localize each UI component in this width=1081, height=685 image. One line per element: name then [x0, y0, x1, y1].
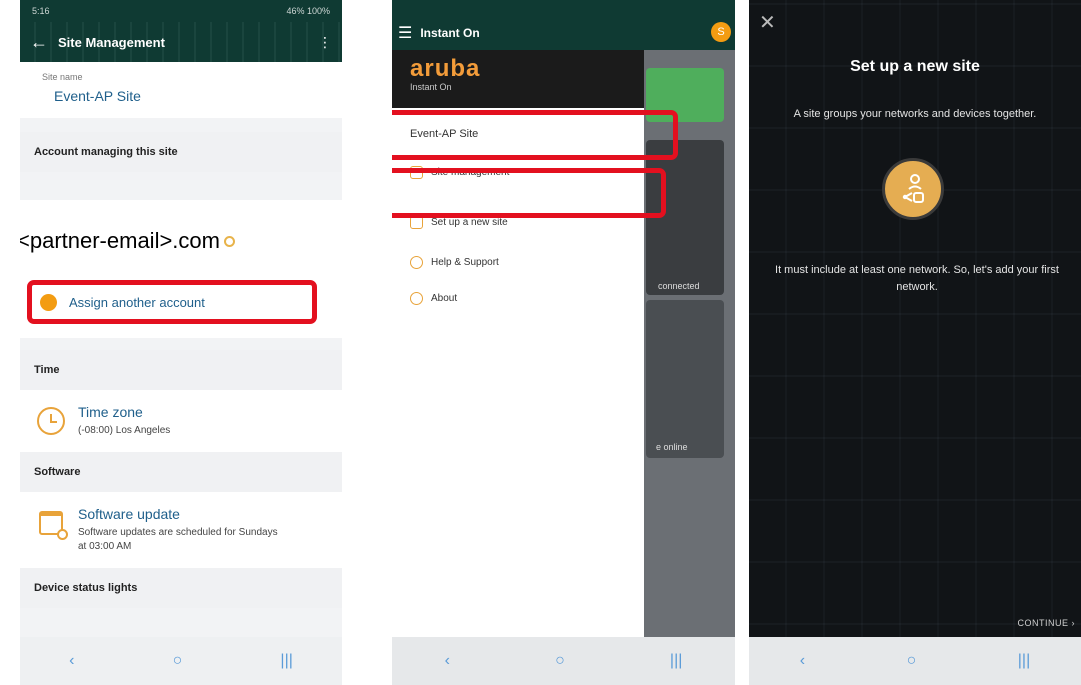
status-bar: 5:16 46% 100% — [20, 0, 342, 22]
nav-recents-button[interactable]: ||| — [1018, 652, 1030, 670]
app-bar: ← Site Management ⋮ — [20, 22, 342, 62]
account-section-header: Account managing this site — [20, 132, 342, 172]
menu-item-label: Set up a new site — [431, 216, 508, 228]
aruba-logo-sub: Instant On — [410, 82, 452, 92]
software-update-item[interactable]: Software update Software updates are sch… — [20, 492, 342, 568]
menu-item-help[interactable]: Help & Support — [392, 244, 644, 280]
site-name-label: Site name — [42, 72, 83, 82]
android-nav-bar: ‹ ○ ||| — [749, 637, 1081, 685]
software-section-header: Software — [20, 452, 342, 492]
timezone-title: Time zone — [78, 404, 143, 420]
site-name-section: Site name Event-AP Site — [20, 62, 342, 118]
continue-button[interactable]: CONTINUE › — [1018, 618, 1076, 628]
calendar-icon — [34, 506, 68, 540]
settings-list: Time Time zone (-08:00) Los Angeles Soft… — [20, 350, 342, 608]
continue-label: CONTINUE — [1017, 618, 1069, 628]
timezone-item[interactable]: Time zone (-08:00) Los Angeles — [20, 390, 342, 452]
assign-account-button[interactable]: Assign another account — [27, 280, 317, 324]
menu-icon[interactable]: ☰ — [398, 23, 412, 43]
back-arrow-icon[interactable]: ← — [30, 32, 48, 53]
devices-card-text: connected — [658, 281, 700, 291]
app-title: Instant On — [420, 26, 480, 40]
page-title: Site Management — [58, 34, 165, 50]
nav-back-button[interactable]: ‹ — [445, 652, 450, 670]
info-icon[interactable] — [223, 235, 235, 247]
assign-account-row: Assign another account — [20, 266, 342, 338]
nav-home-button[interactable]: ○ — [173, 652, 183, 670]
aruba-logo: aruba — [410, 55, 481, 82]
nav-home-button[interactable]: ○ — [555, 652, 565, 670]
nav-home-button[interactable]: ○ — [907, 652, 917, 670]
timezone-value: (-08:00) Los Angeles — [78, 425, 171, 436]
account-email-row: <partner-email>.com — [20, 218, 342, 264]
new-site-screen: ✕ Set up a new site A site groups your n… — [749, 0, 1081, 685]
site-management-screen: 5:16 46% 100% ← Site Management ⋮ Site n… — [20, 0, 342, 685]
nav-back-button[interactable]: ‹ — [800, 652, 805, 670]
assign-account-label: Assign another account — [69, 294, 205, 310]
highlight-new-site — [392, 168, 666, 218]
menu-item-about[interactable]: About — [392, 280, 644, 316]
menu-item-label: Help & Support — [431, 256, 499, 268]
help-icon — [410, 255, 423, 269]
status-icons: 46% 100% — [286, 6, 330, 16]
site-name-value[interactable]: Event-AP Site — [20, 82, 342, 118]
time-section-header: Time — [20, 350, 342, 390]
android-nav-bar: ‹ ○ ||| — [20, 637, 342, 685]
status-time: 5:16 — [32, 6, 50, 16]
close-icon[interactable]: ✕ — [759, 10, 776, 35]
site-network-icon — [882, 158, 944, 220]
drawer-header: aruba Instant On — [392, 50, 644, 108]
software-update-sub: Software updates are scheduled for Sunda… — [78, 527, 278, 552]
network-description: It must include at least one network. So… — [775, 264, 1059, 293]
clients-card-text: e online — [656, 442, 688, 452]
nav-recents-button[interactable]: ||| — [670, 652, 682, 670]
avatar[interactable]: S — [711, 22, 731, 42]
more-options-icon[interactable]: ⋮ — [318, 34, 332, 51]
status-lights-section-header: Device status lights — [20, 568, 342, 608]
page-title: Set up a new site — [850, 58, 980, 75]
highlight-site-management — [392, 110, 678, 160]
clients-card: e online — [646, 300, 724, 458]
navigation-drawer-screen: ☰ Instant On S connected e online aruba … — [392, 0, 735, 685]
account-email: <partner-email>.com — [20, 228, 222, 254]
android-nav-bar: ‹ ○ ||| — [392, 637, 735, 685]
info-icon — [410, 291, 423, 305]
status-bar — [392, 0, 735, 16]
site-description: A site groups your networks and devices … — [793, 108, 1037, 120]
app-bar: ☰ Instant On S — [392, 16, 735, 50]
add-icon — [40, 293, 57, 311]
nav-recents-button[interactable]: ||| — [280, 652, 292, 670]
clock-icon — [34, 404, 68, 438]
software-update-title: Software update — [78, 506, 180, 522]
menu-item-label: About — [431, 292, 458, 304]
nav-back-button[interactable]: ‹ — [69, 652, 74, 670]
